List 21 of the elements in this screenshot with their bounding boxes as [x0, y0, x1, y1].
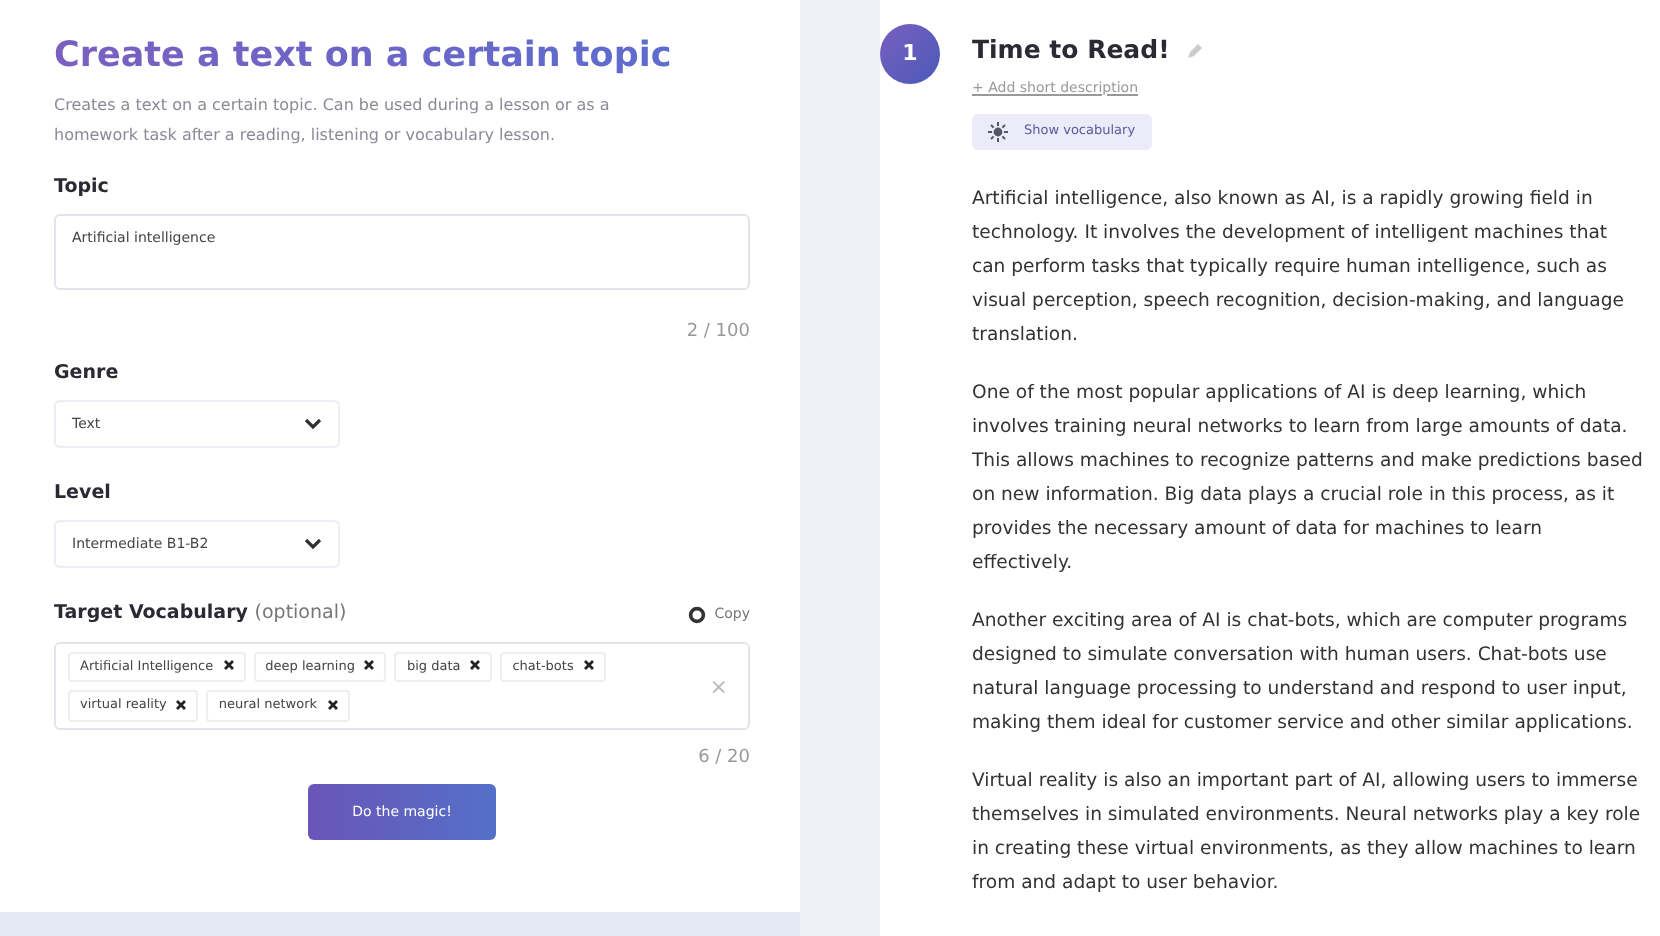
vocabulary-label: Target Vocabulary (optional) [54, 600, 347, 629]
description: Creates a text on a certain topic. Can be used during a lesson or as a homework task after a reading, listening or vocabulary lesson. [54, 94, 612, 148]
step-title: Time to Read! [972, 32, 1170, 68]
paragraph: Virtual reality is also an important part of AI, allowing users to immerse themselves in simulated environments. Neural networks play a key role in creating these virtual environments, as they allow machines to learn from and adapt to user behavior. [972, 768, 1643, 899]
chevron-icon [304, 418, 322, 430]
chevron-icon [304, 538, 322, 551]
remove-icon[interactable] [364, 660, 375, 671]
genre-label: Genre [54, 359, 121, 388]
remove-icon[interactable] [583, 660, 594, 671]
remove-icon[interactable] [327, 699, 338, 710]
topic-label: Topic [54, 174, 111, 202]
paragraph: Another exciting area of AI is chat-bots, which are computer programs designed to simulate conversation with human users. Chat-bots use natural language processing to understand and respond to user input, making them ideal for customer service and other similar applications. [972, 608, 1635, 739]
remove-icon[interactable] [176, 699, 187, 710]
vocabulary-counter: 6 / 20 [696, 745, 750, 771]
paragraph: Artificial intelligence, also known as AI, is a rapidly growing field in technology. It involves the development of intelligent machines that can perform tasks that typically require human intelligence, such as visual perception, speech recognition, decision-making, and language translation. [972, 186, 1626, 351]
character-counter: 2 / 100 [684, 320, 750, 347]
remove-icon[interactable] [223, 660, 234, 671]
level-label: Level [54, 480, 113, 508]
remove-icon[interactable] [470, 660, 481, 671]
paragraph: One of the most popular applications of AI is deep learning, which involves training neural networks to learn from large amounts of data. This allows machines to recognize patterns and make predictions based on new information. Big data plays a crucial role in this process, as it provides the necessary amount of data for machines to learn effectively. [972, 380, 1644, 579]
step-number-badge: 1 [880, 24, 940, 84]
